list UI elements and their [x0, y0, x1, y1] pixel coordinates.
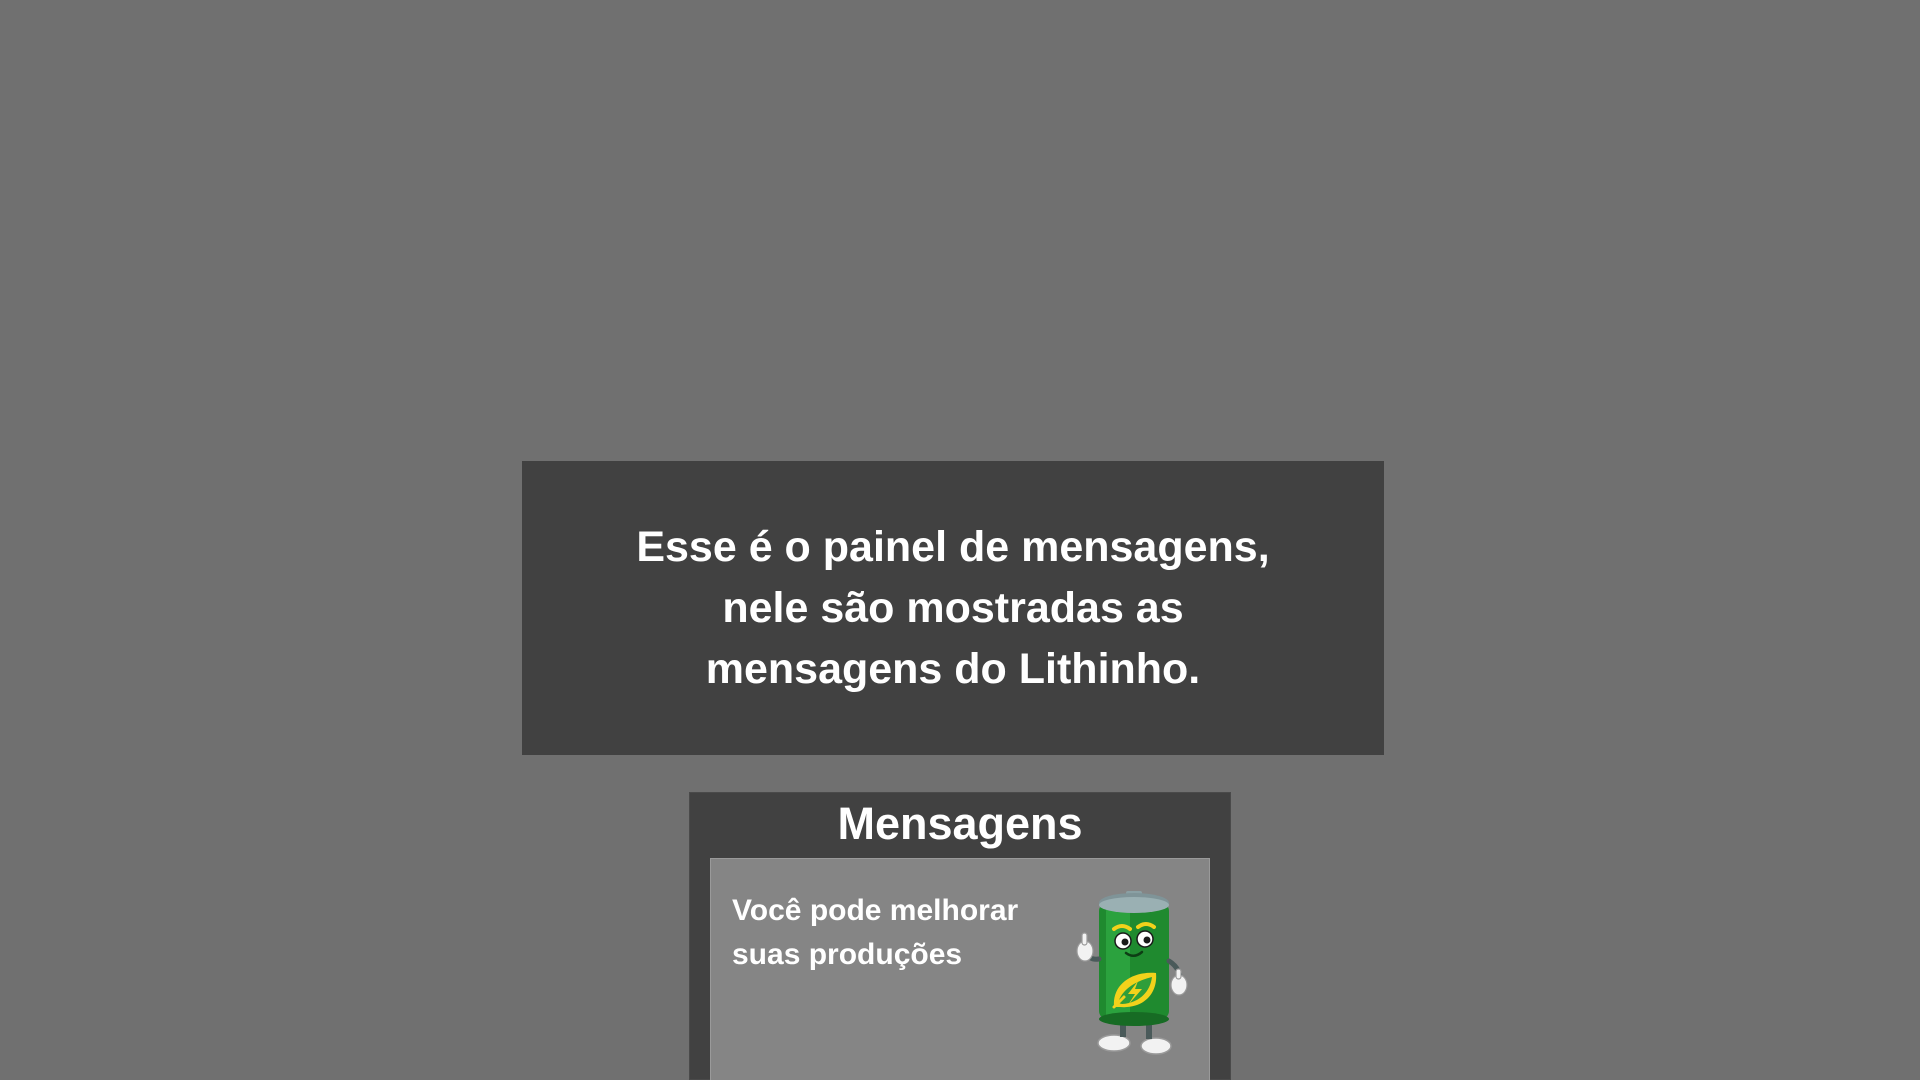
messages-panel-title: Mensagens [837, 798, 1083, 849]
game-screen: Esse é o painel de mensagens, nele são m… [0, 0, 1920, 1080]
message-card: Você pode melhorar suas produções [710, 858, 1210, 1080]
message-text: Você pode melhorar suas produções [732, 894, 1019, 971]
tutorial-text: Esse é o painel de mensagens, nele são m… [636, 522, 1270, 693]
tutorial-dialog[interactable]: Esse é o painel de mensagens, nele são m… [522, 461, 1384, 755]
battery-mascot-icon [1076, 891, 1188, 1055]
messages-panel: Mensagens Você pode melhorar suas produç… [689, 792, 1231, 1080]
